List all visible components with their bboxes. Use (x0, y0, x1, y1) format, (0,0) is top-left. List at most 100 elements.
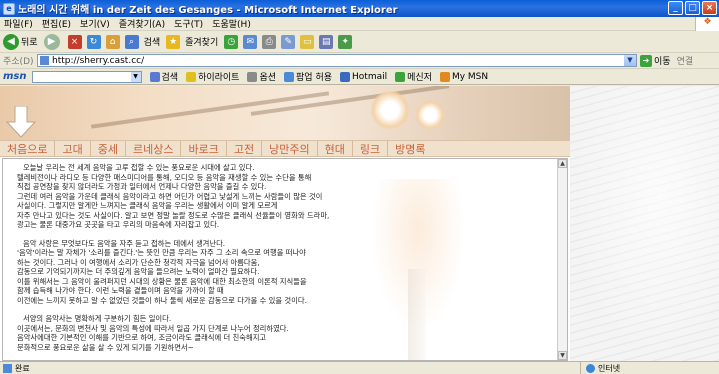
banner-flower (370, 90, 410, 130)
star-icon: ★ (166, 34, 181, 49)
globe-icon (586, 363, 595, 373)
msn-messenger-label: 메신저 (407, 73, 432, 83)
nav-medieval[interactable]: 중세 (91, 140, 126, 157)
msn-logo[interactable]: msn (3, 71, 27, 82)
msn-highlight-button[interactable]: 하이라이트 (186, 70, 239, 83)
text-line: 이곳에서는, 문화의 변천사 및 음악의 특성에 따라서 일곱 가지 단계로 나… (17, 323, 289, 333)
zone-text: 인터넷 (598, 363, 621, 373)
text-line: 직접 공연장을 찾지 않더라도 가정과 일터에서 언제나 다양한 음악을 즐길 … (17, 182, 267, 191)
menu-edit[interactable]: 편집(E) (42, 17, 71, 30)
paragraph-3: 서양의 음악사는 명확하게 구분하기 힘든 일이다. 이곳에서는, 문화의 변천… (17, 314, 537, 352)
go-button[interactable]: ➔ 이동 (640, 54, 671, 67)
address-dropdown-icon[interactable]: ▼ (624, 55, 636, 66)
text-line: 광고는 물론 대중가요 곳곳을 타고 우리의 마음속에 자리잡고 있다. (17, 220, 220, 229)
back-button[interactable]: ◀ 뒤로 (3, 33, 38, 50)
maximize-button[interactable]: □ (685, 1, 700, 15)
menu-help[interactable]: 도움말(H) (212, 17, 251, 30)
text-line: 함께 습득해 나가야 한다. 이런 노력을 곁들이며 음악을 가까이 할 때 (17, 286, 224, 295)
home-icon[interactable]: ⌂ (105, 34, 120, 49)
msn-hotmail-label: Hotmail (352, 71, 388, 82)
favorites-button[interactable]: ★ 즐겨찾기 (166, 34, 218, 49)
nav-romantic[interactable]: 낭만주의 (262, 140, 318, 157)
nav-modern[interactable]: 현대 (318, 140, 353, 157)
msn-search-dropdown-icon[interactable]: ▼ (130, 71, 141, 82)
menu-favorites[interactable]: 즐겨찾기(A) (119, 17, 165, 30)
close-button[interactable]: × (702, 1, 717, 15)
sheet-music-background (570, 86, 719, 361)
msn-search-input[interactable]: ▼ (31, 70, 142, 83)
text-line: 자주 만나고 있다는 것도 사실이다. 알고 보면 정말 놀랄 정도로 수많은 … (17, 210, 330, 220)
frame-scrollbar[interactable]: ▲ ▼ (557, 159, 567, 360)
go-arrow-icon: ➔ (640, 54, 652, 67)
print-icon[interactable]: ⎙ (262, 34, 277, 49)
msn-popup-button[interactable]: 팝업 허용 (284, 70, 332, 83)
msn-mymsn-button[interactable]: My MSN (439, 71, 488, 82)
nav-renaissance[interactable]: 르네상스 (126, 140, 182, 157)
msn-messenger-button[interactable]: 메신저 (395, 70, 432, 83)
msn-search-button[interactable]: 검색 (149, 70, 178, 83)
refresh-icon[interactable]: ↻ (86, 34, 101, 49)
search-label: 검색 (143, 38, 161, 48)
forward-button[interactable]: ▶ (43, 33, 62, 50)
menu-file[interactable]: 파일(F) (4, 17, 33, 30)
text-line: 사실이다. 그렇지만 알게만 느껴지는 클래식 음악을 우리는 생활에서 이미 … (17, 201, 278, 210)
address-label: 주소(D) (3, 57, 34, 67)
discuss-icon[interactable]: ▤ (319, 34, 334, 49)
msn-toolbar: msn ▼ 검색 하이라이트 옵션 팝업 허용 Hotmail 메신저 My M… (0, 69, 719, 85)
msn-options-button[interactable]: 옵션 (247, 70, 276, 83)
stop-icon[interactable]: × (67, 34, 82, 49)
back-arrow-icon: ◀ (3, 33, 19, 50)
text-line: 음악 사랑은 무엇보다도 음악을 자주 듣고 접하는 데에서 생겨난다. (23, 238, 226, 248)
minimize-button[interactable]: _ (668, 1, 683, 15)
text-line: 이전에는 느끼지 못하고 알 수 없었던 것들이 하나 둘씩 새로운 감동으로 … (17, 295, 307, 305)
edit-icon[interactable]: ✎ (281, 34, 296, 49)
page-icon (40, 56, 49, 65)
nav-baroque[interactable]: 바로크 (181, 140, 227, 157)
nav-classical[interactable]: 고전 (227, 140, 263, 157)
address-input[interactable]: http://sherry.cast.cc/ ▼ (37, 54, 637, 67)
text-line: 그런데 여러 음악을 가운데 클래식 음악이라고 하면 어딘가 어렵고 낯설게 … (17, 191, 323, 201)
nav-ancient[interactable]: 고대 (55, 140, 91, 157)
scroll-down-icon[interactable]: ▼ (558, 351, 567, 360)
links-label[interactable]: 연결 (677, 54, 694, 67)
messenger-icon[interactable]: ✦ (338, 34, 353, 49)
forward-arrow-icon: ▶ (43, 33, 60, 50)
intro-text-frame[interactable]: 오늘날 우리는 전 세계 음악을 고루 접할 수 있는 풍요로운 시대에 살고 … (2, 158, 568, 361)
scroll-up-icon[interactable]: ▲ (558, 159, 567, 168)
window-title: 노래의 시간 위해 in der Zeit des Gesanges - Mic… (18, 5, 398, 16)
nav-home[interactable]: 처음으로 (0, 140, 56, 157)
title-bar: e 노래의 시간 위해 in der Zeit des Gesanges - M… (0, 0, 719, 17)
options-icon (247, 71, 258, 82)
status-zone: 인터넷 (580, 361, 621, 374)
search-button[interactable]: ⌕ 검색 (124, 34, 161, 49)
windows-flag-icon: ❖ (695, 17, 719, 31)
hotmail-icon (340, 71, 351, 82)
page-done-icon (3, 363, 12, 373)
text-line: 하는 것이다. 그러나 이 여행에서 소리가 단순한 청각적 자극을 넘어서 아… (17, 257, 260, 267)
ie-app-icon: e (3, 2, 15, 15)
folder-icon[interactable]: ▭ (300, 34, 315, 49)
nav-guestbook[interactable]: 방명록 (388, 141, 432, 157)
go-label: 이동 (654, 57, 671, 67)
msn-hotmail-button[interactable]: Hotmail (340, 71, 388, 82)
standard-toolbar: ◀ 뒤로 ▶ × ↻ ⌂ ⌕ 검색 ★ 즐겨찾기 ◷ ✉ ⎙ ✎ ▭ ▤ ✦ (0, 31, 719, 53)
menu-tools[interactable]: 도구(T) (174, 17, 203, 30)
header-banner (0, 86, 570, 140)
status-text: 완료 (15, 363, 30, 373)
page-content: 처음으로 고대 중세 르네상스 바로크 고전 낭만주의 현대 링크 방명록 오늘… (0, 86, 719, 361)
address-bar: 주소(D) http://sherry.cast.cc/ ▼ ➔ 이동 연결 (0, 53, 719, 69)
mail-icon[interactable]: ✉ (243, 34, 258, 49)
history-icon[interactable]: ◷ (224, 34, 239, 49)
status-left: 완료 (0, 363, 580, 374)
msn-highlight-label: 하이라이트 (198, 73, 240, 83)
nav-links[interactable]: 링크 (353, 140, 389, 157)
paragraph-2: 음악 사랑은 무엇보다도 음악을 자주 듣고 접하는 데에서 생겨난다. '음악… (17, 239, 537, 306)
down-arrow-icon (6, 106, 36, 138)
menu-view[interactable]: 보기(V) (80, 17, 110, 30)
era-navigation: 처음으로 고대 중세 르네상스 바로크 고전 낭만주의 현대 링크 방명록 (0, 140, 570, 157)
text-line: 오늘날 우리는 전 세계 음악을 고루 접할 수 있는 풍요로운 시대에 살고 … (23, 163, 255, 172)
text-line: 문화적으로 풍요로운 삶을 살 수 있게 되기를 기원하면서~ (17, 342, 194, 352)
window-controls: _ □ × (668, 1, 717, 15)
paragraph-1: 오늘날 우리는 전 세계 음악을 고루 접할 수 있는 풍요로운 시대에 살고 … (17, 163, 537, 230)
msn-options-label: 옵션 (259, 73, 277, 83)
